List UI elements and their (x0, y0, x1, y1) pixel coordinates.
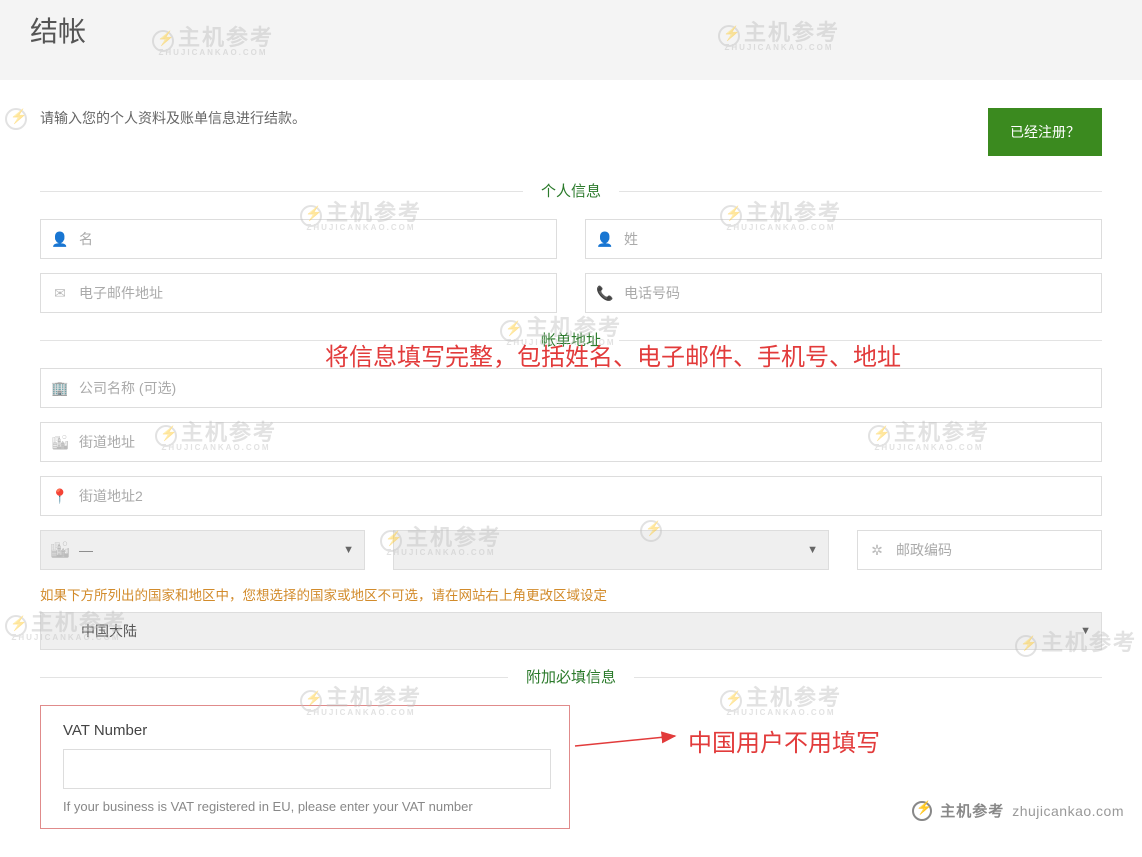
company-input[interactable] (79, 369, 1101, 407)
certificate-icon: ✲ (858, 542, 896, 559)
vat-section: VAT Number If your business is VAT regis… (40, 705, 570, 829)
vat-help: If your business is VAT registered in EU… (63, 799, 547, 814)
page-header: 结帐 (0, 0, 1142, 80)
envelope-icon: ✉ (41, 285, 79, 302)
annotation-china-skip: 中国用户不用填写 (688, 723, 880, 758)
already-registered-button[interactable]: 已经注册？ (988, 108, 1102, 156)
company-field[interactable]: 🏢 (40, 368, 1102, 408)
building-icon: 🏙 (41, 540, 79, 560)
user-icon: 👤 (586, 231, 624, 248)
last-name-input[interactable] (624, 220, 1101, 258)
checkout-form: 请输入您的个人资料及账单信息进行结款。 已经注册？ 个人信息 👤 👤 ✉ 📞 帐… (12, 80, 1130, 857)
postcode-field[interactable]: ✲ (857, 530, 1102, 570)
first-name-field[interactable]: 👤 (40, 219, 557, 259)
email-field[interactable]: ✉ (40, 273, 557, 313)
page-title: 结帐 (30, 10, 1112, 50)
phone-input[interactable] (624, 274, 1101, 312)
chevron-down-icon: ▼ (343, 544, 354, 556)
last-name-field[interactable]: 👤 (585, 219, 1102, 259)
country-selected-value: 中国大陆 (81, 621, 137, 641)
section-header-personal: 个人信息 (40, 180, 1102, 201)
footer-brand: 主机参考 zhujicankao.com (912, 800, 1124, 821)
country-note: 如果下方所列出的国家和地区中，您想选择的国家或地区不可选，请在网站右上角更改区域… (40, 584, 1102, 604)
street1-input[interactable] (79, 423, 1101, 461)
phone-icon: 📞 (586, 285, 624, 302)
building-icon: 🏢 (41, 380, 79, 397)
country-select[interactable]: 中国大陆 ▼ (40, 612, 1102, 650)
intro-text: 请输入您的个人资料及账单信息进行结款。 (40, 108, 306, 128)
building-icon: 🏙 (41, 434, 79, 451)
street1-field[interactable]: 🏙 (40, 422, 1102, 462)
postcode-input[interactable] (896, 531, 1101, 569)
vat-input[interactable] (63, 749, 551, 789)
section-header-additional: 附加必填信息 (40, 666, 1102, 687)
state-select[interactable]: ▼ (393, 530, 829, 570)
chevron-down-icon: ▼ (1080, 625, 1091, 637)
street2-input[interactable] (79, 477, 1101, 515)
vat-label: VAT Number (63, 722, 547, 739)
first-name-input[interactable] (79, 220, 556, 258)
user-icon: 👤 (41, 231, 79, 248)
email-input[interactable] (79, 274, 556, 312)
street2-field[interactable]: 📍 (40, 476, 1102, 516)
annotation-fill-info: 将信息填写完整，包括姓名、电子邮件、手机号、地址 (325, 337, 901, 372)
logo-icon (912, 801, 932, 821)
chevron-down-icon: ▼ (807, 544, 818, 556)
city-select[interactable]: 🏙 — ▼ (40, 530, 365, 570)
pin-icon: 📍 (41, 488, 79, 505)
phone-field[interactable]: 📞 (585, 273, 1102, 313)
arrow-icon (575, 730, 685, 755)
